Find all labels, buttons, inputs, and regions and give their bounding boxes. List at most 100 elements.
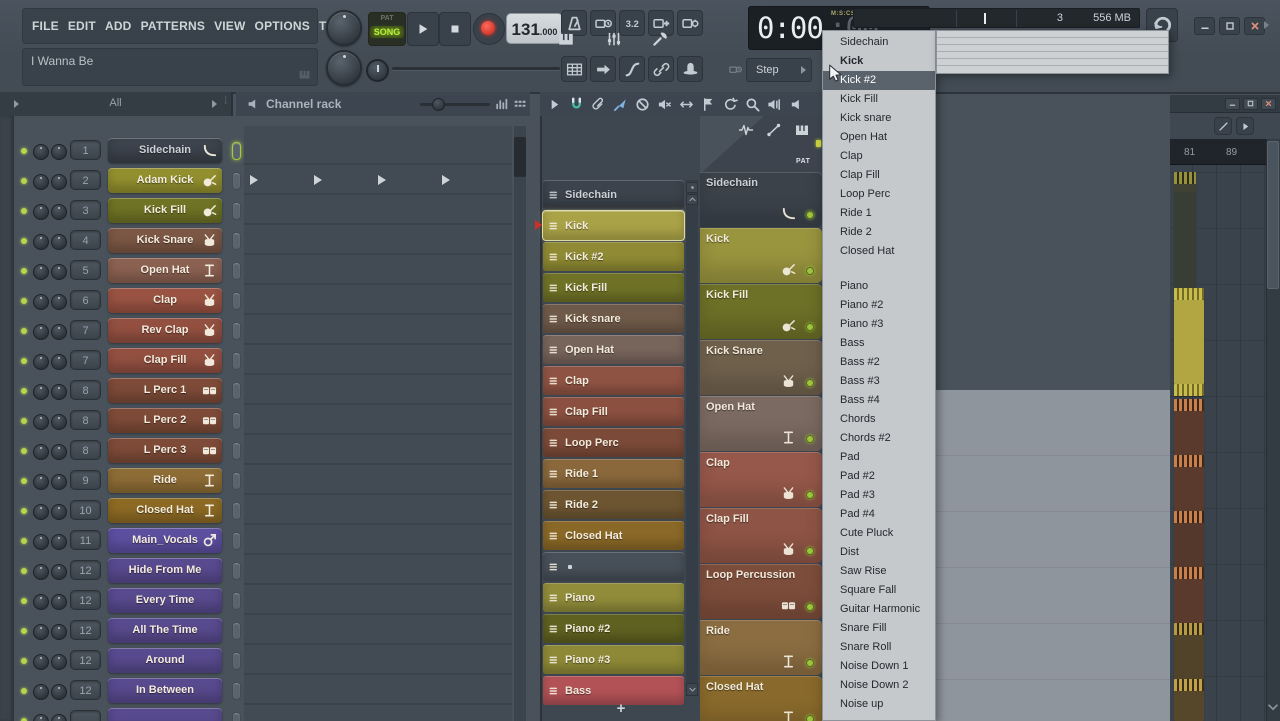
track-header[interactable]: Ride [700, 620, 822, 675]
channel-enable-led[interactable] [21, 238, 27, 244]
channel-volume-knob[interactable] [51, 534, 67, 550]
track-header[interactable]: Closed Hat [700, 676, 822, 721]
channel-volume-knob[interactable] [51, 204, 67, 220]
picker-channel-row[interactable]: Ride 1 [543, 459, 684, 488]
playlist-ruler[interactable]: 81 89 [1170, 139, 1266, 165]
channel-pan-knob[interactable] [33, 144, 49, 160]
channel-menu-item[interactable]: Bass #2 [823, 353, 935, 372]
swing-slider-track[interactable] [420, 103, 490, 106]
add-channel-button[interactable]: + [596, 700, 646, 717]
channel-mute-pill[interactable] [232, 562, 241, 580]
track-header[interactable]: Loop Percussion [700, 564, 822, 619]
channel-mute-pill[interactable] [232, 472, 241, 490]
playlist-tool-icon[interactable] [657, 97, 672, 112]
channel-menu-item[interactable] [823, 261, 935, 277]
channel-menu-item[interactable]: Pad #3 [823, 486, 935, 505]
track-enable-led[interactable] [806, 435, 814, 443]
channel-button[interactable]: L Perc 3 [108, 438, 222, 463]
channel-menu-item[interactable]: Closed Hat [823, 242, 935, 261]
track-header[interactable]: Sidechain [700, 172, 822, 227]
channel-enable-led[interactable] [21, 568, 27, 574]
playlist-window-button[interactable] [1225, 98, 1240, 110]
pat-song-switch[interactable]: PAT SONG [368, 12, 406, 46]
channel-menu-item[interactable]: Clap Fill [823, 166, 935, 185]
channel-mute-pill[interactable] [232, 532, 241, 550]
picker-scroll-down-button[interactable] [686, 683, 698, 696]
channel-enable-led[interactable] [21, 148, 27, 154]
channel-mixer-track-number[interactable]: 8 [70, 440, 101, 460]
playlist-tool-icon[interactable] [789, 97, 804, 112]
channel-volume-knob[interactable] [51, 174, 67, 190]
channel-mixer-track-number[interactable]: 12 [70, 590, 101, 610]
channel-menu-item[interactable]: Bass #3 [823, 372, 935, 391]
picker-channel-row[interactable]: Clap [543, 366, 684, 395]
channel-volume-knob[interactable] [51, 354, 67, 370]
rack-scrollbar[interactable] [514, 126, 526, 721]
step-edit-selector[interactable]: Step [746, 58, 812, 82]
channel-enable-led[interactable] [21, 268, 27, 274]
tab-automation[interactable] [766, 122, 782, 138]
channel-volume-knob[interactable] [51, 294, 67, 310]
track-enable-led[interactable] [806, 267, 814, 275]
channel-mixer-track-number[interactable]: 7 [70, 350, 101, 370]
channel-volume-knob[interactable] [51, 264, 67, 280]
channel-mute-pill[interactable] [232, 682, 241, 700]
channel-pan-knob[interactable] [33, 234, 49, 250]
track-header[interactable]: Open Hat [700, 396, 822, 451]
playlist-tool-icon[interactable] [591, 97, 606, 112]
picker-scroll-top-button[interactable] [686, 182, 698, 193]
playlist-tool-icon[interactable] [547, 97, 562, 112]
picker-channel-row[interactable]: Piano #3 [543, 645, 684, 674]
track-header[interactable]: Kick [700, 228, 822, 283]
channel-volume-knob[interactable] [51, 234, 67, 250]
playlist-tool-icon[interactable] [635, 97, 650, 112]
channel-mute-pill[interactable] [232, 262, 241, 280]
channel-volume-knob[interactable] [51, 504, 67, 520]
toolbar-toggle-button[interactable] [561, 56, 587, 82]
picker-channel-row[interactable]: Closed Hat [543, 521, 684, 550]
channel-enable-led[interactable] [21, 298, 27, 304]
channel-button[interactable]: Clap [108, 288, 222, 313]
playlist-tool-icon[interactable] [569, 97, 584, 112]
playlist-clip[interactable] [1174, 192, 1196, 288]
playlist-clip[interactable] [1174, 567, 1204, 623]
playlist-tool-button[interactable] [1236, 117, 1254, 135]
keyboard-editor-icon[interactable] [513, 97, 527, 111]
channel-pan-knob[interactable] [33, 204, 49, 220]
channel-menu-item[interactable]: Piano #3 [823, 315, 935, 334]
channel-mute-pill[interactable] [232, 352, 241, 370]
toolbar-toggle-button[interactable] [648, 56, 674, 82]
stop-button[interactable] [439, 12, 471, 46]
menu-bar-item[interactable]: EDIT [68, 19, 96, 33]
channel-mixer-track-number[interactable]: 12 [70, 650, 101, 670]
channel-button[interactable]: Kick Snare [108, 228, 222, 253]
channel-enable-led[interactable] [21, 478, 27, 484]
channel-menu-item[interactable]: Guitar Harmonic [823, 600, 935, 619]
channel-pan-knob[interactable] [33, 294, 49, 310]
picker-channel-row[interactable]: Loop Perc [543, 428, 684, 457]
track-enable-led[interactable] [806, 379, 814, 387]
channel-button[interactable]: Adam Kick [108, 168, 222, 193]
channel-menu-item[interactable]: Pad #2 [823, 467, 935, 486]
channel-pan-knob[interactable] [33, 504, 49, 520]
playlist-clip[interactable] [1174, 399, 1204, 455]
pattern-menu-icon[interactable] [298, 68, 311, 81]
toolbar-toggle-button[interactable] [619, 56, 645, 82]
tab-piano-roll[interactable] [556, 30, 576, 48]
channel-mixer-track-number[interactable]: 12 [70, 560, 101, 580]
picker-channel-row[interactable]: Sidechain [543, 180, 684, 209]
channel-mixer-track-number[interactable]: 8 [70, 410, 101, 430]
picker-channel-row[interactable]: Piano [543, 583, 684, 612]
channel-menu-item[interactable]: Snare Roll [823, 638, 935, 657]
picker-channel-row[interactable]: Ride 2 [543, 490, 684, 519]
toolbar-toggle-button[interactable] [677, 10, 703, 36]
menu-bar-item[interactable]: ADD [105, 19, 132, 33]
channel-mixer-track-number[interactable] [70, 710, 101, 721]
channel-mixer-track-number[interactable]: 8 [70, 380, 101, 400]
track-header[interactable]: Clap [700, 452, 822, 507]
maximize[interactable] [1219, 17, 1240, 35]
step-sequencer-grid[interactable] [244, 126, 512, 721]
channel-button[interactable]: Around [108, 648, 222, 673]
play-button[interactable] [407, 12, 439, 46]
close[interactable] [1244, 17, 1265, 35]
